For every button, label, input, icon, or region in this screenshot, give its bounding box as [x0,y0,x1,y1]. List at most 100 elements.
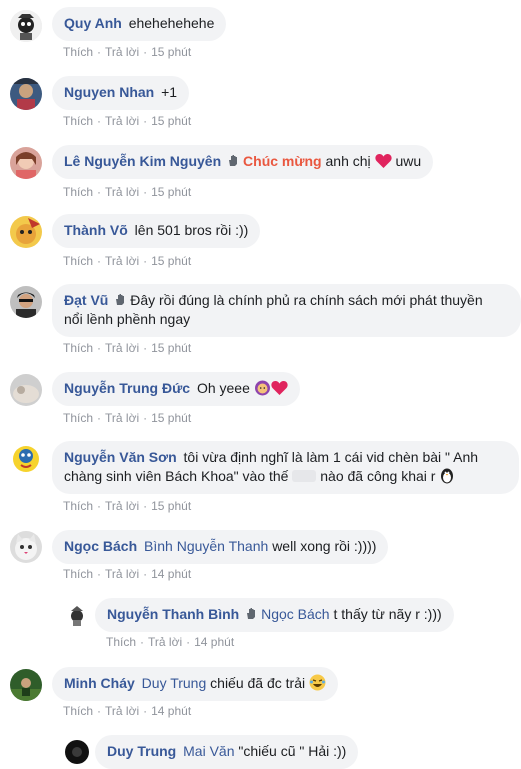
comment-timestamp[interactable]: 15 phút [151,185,191,199]
reply-button[interactable]: Trả lời [105,254,139,268]
comment-timestamp[interactable]: 14 phút [151,704,191,718]
avatar[interactable] [10,10,42,42]
comment-actions: Thích · Trả lời · 14 phút [63,704,192,718]
comment-timestamp[interactable]: 15 phút [151,254,191,268]
comment-text: +1 [161,84,178,100]
reply-button[interactable]: Trả lời [105,567,139,581]
comment-actions: Thích · Trả lời · 15 phút [63,499,192,513]
avatar[interactable] [10,531,42,563]
comment-author[interactable]: Ngọc Bách [64,538,137,554]
comment-timestamp[interactable]: 15 phút [151,114,191,128]
avatar[interactable] [10,147,42,179]
wave-icon [229,155,238,166]
comment-timestamp[interactable]: 14 phút [194,635,234,649]
cat-avatar-icon [10,531,42,563]
comment-actions: Thích · Trả lời · 15 phút [63,185,192,199]
photo-avatar-icon [10,286,42,318]
comment-author[interactable]: Quy Anh [64,15,122,31]
like-button[interactable]: Thích [63,185,93,199]
comment-author[interactable]: Nguyễn Văn Sơn [64,449,177,465]
avatar[interactable] [10,286,42,318]
comment-timestamp[interactable]: 14 phút [151,567,191,581]
comment-text-line2: nổi lềnh phềnh ngay [64,311,191,327]
cartoon-avatar-icon [10,443,42,475]
comment-bubble: Nguyen Nhan +1 [52,76,190,110]
avatar[interactable] [65,740,89,764]
comment-bubble: Lê Nguyễn Kim Nguyên Chúc mừng anh chị u… [52,145,434,179]
comment-timestamp[interactable]: 15 phút [151,341,191,355]
reply-button[interactable]: Trả lời [105,114,139,128]
mention-link[interactable]: Mai Văn [183,743,234,759]
comment-actions: Thích · Trả lời · 14 phút [106,635,235,649]
comment-author[interactable]: Nguyễn Trung Đức [64,380,190,396]
comment-bubble: Minh Cháy Duy Trung chiếu đã đc trải [52,667,338,701]
celebration-text[interactable]: Chúc mừng [243,153,322,169]
comment-text: tôi vừa định nghĩ là làm 1 cái vid chèn … [183,449,479,465]
like-button[interactable]: Thích [63,254,93,268]
photo-avatar-icon [10,147,42,179]
reply-button[interactable]: Trả lời [148,635,182,649]
avatar[interactable] [10,216,42,248]
comment-author[interactable]: Lê Nguyễn Kim Nguyên [64,153,221,169]
comment-timestamp[interactable]: 15 phút [151,45,191,59]
comment-text: anh chị [325,153,371,169]
comment-text-line2: chàng sinh viên Bách Khoa" vào thế [64,468,289,484]
cartoon-avatar-icon [10,10,42,42]
like-button[interactable]: Thích [63,341,93,355]
redacted-text [292,470,317,482]
cartoon-avatar-icon [10,216,42,248]
comment-text: ehehehehehe [128,15,215,31]
comment-text-line2b: nào đã công khai r [320,468,436,484]
avatar[interactable] [10,443,42,475]
comment-text: well xong rồi :)))) [272,538,377,554]
like-button[interactable]: Thích [63,499,93,513]
comment-bubble: Nguyễn Thanh Bình Ngọc Bách t thấy từ nã… [95,598,454,632]
comment-author[interactable]: Minh Cháy [64,675,135,691]
comment-author[interactable]: Nguyen Nhan [64,84,154,100]
dark-avatar-icon [65,740,89,764]
comment-bubble: Đạt Vũ Đây rồi đúng là chính phủ ra chín… [52,284,521,337]
comment-bubble: Nguyễn Văn Sơn tôi vừa định nghĩ là làm … [52,441,519,494]
heart-icon [374,153,392,168]
mention-link[interactable]: Bình Nguyễn Thanh [144,538,268,554]
like-button[interactable]: Thích [63,45,93,59]
comment-bubble: Quy Anh ehehehehehe [52,7,227,41]
photo-avatar-icon [10,78,42,110]
comment-author[interactable]: Đạt Vũ [64,292,108,308]
like-button[interactable]: Thích [63,704,93,718]
comment-author[interactable]: Nguyễn Thanh Bình [107,606,239,622]
comment-actions: Thích · Trả lời · 15 phút [63,45,192,59]
like-button[interactable]: Thích [106,635,136,649]
reply-button[interactable]: Trả lời [105,45,139,59]
reply-button[interactable]: Trả lời [105,411,139,425]
comment-bubble: Nguyễn Trung Đức Oh yeee [52,372,300,406]
avatar[interactable] [10,78,42,110]
photo-avatar-icon [10,374,42,406]
laughing-emoji-icon [309,674,326,691]
like-button[interactable]: Thích [63,411,93,425]
like-button[interactable]: Thích [63,567,93,581]
avatar[interactable] [10,669,42,701]
comment-text: chiếu đã đc trải [210,675,306,691]
comment-timestamp[interactable]: 15 phút [151,411,191,425]
comment-author[interactable]: Duy Trung [107,743,176,759]
comment-bubble: Thành Võ lên 501 bros rồi :)) [52,214,261,248]
comment-text: lên 501 bros rồi :)) [134,222,249,238]
reply-button[interactable]: Trả lời [105,704,139,718]
reply-button[interactable]: Trả lời [105,499,139,513]
photo-avatar-icon [10,669,42,701]
reply-button[interactable]: Trả lời [105,185,139,199]
like-button[interactable]: Thích [63,114,93,128]
mention-link[interactable]: Duy Trung [142,675,207,691]
comment-author[interactable]: Thành Võ [64,222,128,238]
comment-actions: Thích · Trả lời · 15 phút [63,254,192,268]
comment-timestamp[interactable]: 15 phút [151,499,191,513]
cartoon-avatar-icon [65,603,89,627]
avatar[interactable] [10,374,42,406]
comment-text: "chiếu cũ " Hải :)) [238,743,347,759]
comment-actions: Thích · Trả lời · 15 phút [63,341,192,355]
mention-link[interactable]: Ngọc Bách [261,606,329,622]
reply-button[interactable]: Trả lời [105,341,139,355]
comment-actions: Thích · Trả lời · 15 phút [63,411,192,425]
avatar[interactable] [65,603,89,627]
